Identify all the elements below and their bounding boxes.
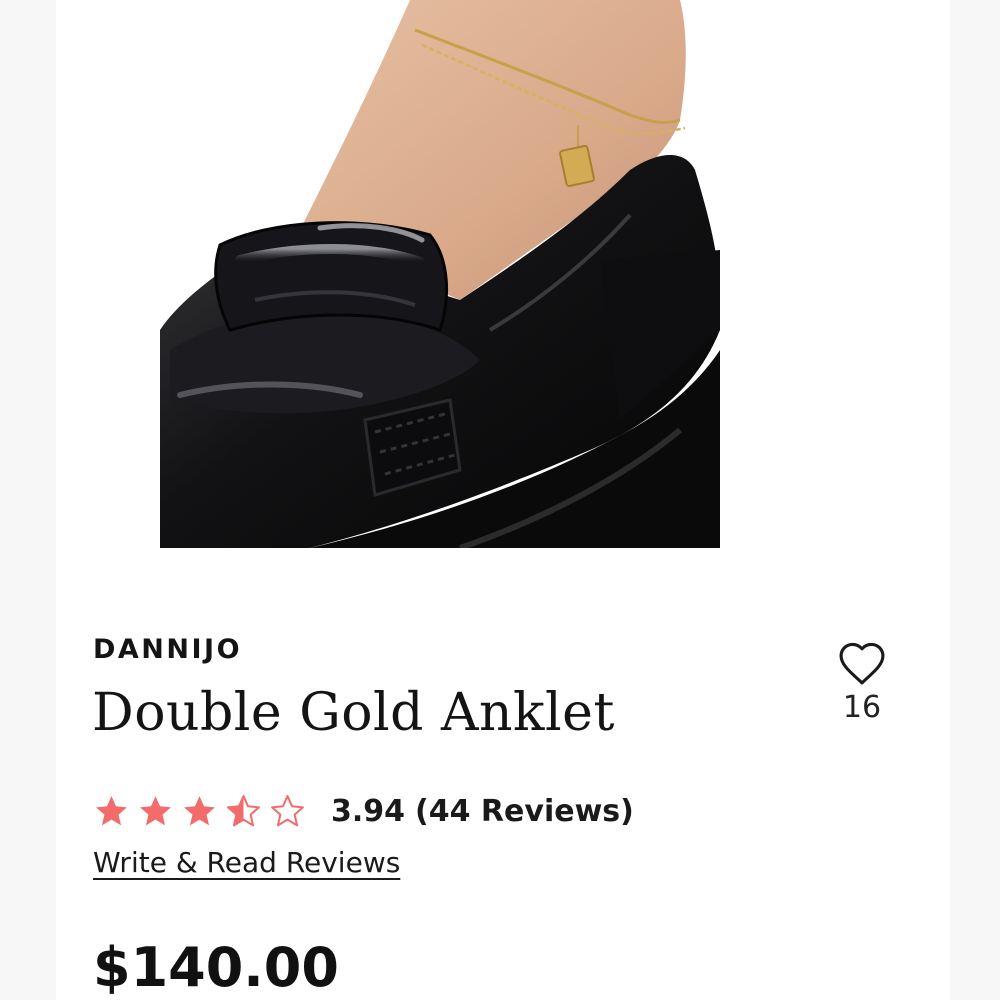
- product-title: Double Gold Anklet: [92, 683, 615, 743]
- star-rating: [93, 793, 313, 830]
- write-read-reviews-link[interactable]: Write & Read Reviews: [93, 846, 400, 879]
- page-margin-right: [950, 0, 1000, 1000]
- review-count: (44 Reviews): [415, 793, 634, 829]
- product-price: $140.00: [93, 936, 339, 999]
- heart-outline-icon[interactable]: [836, 640, 888, 686]
- rating-value: 3.94: [331, 793, 406, 829]
- favorite-count: 16: [842, 690, 882, 725]
- star-full-icon: [96, 795, 127, 825]
- star-empty-icon: [271, 794, 304, 826]
- page-margin-left: [0, 0, 56, 1000]
- rating-summary[interactable]: 3.94 (44 Reviews): [93, 790, 634, 832]
- star-full-icon: [184, 795, 215, 825]
- star-full-icon: [140, 795, 171, 825]
- favorite-button[interactable]: 16: [826, 640, 898, 725]
- rating-text: 3.94 (44 Reviews): [331, 794, 634, 829]
- brand-name[interactable]: DANNIJO: [93, 634, 242, 665]
- product-photo-illustration: [160, 0, 720, 548]
- star-half-icon: [227, 794, 260, 826]
- product-image[interactable]: [160, 0, 720, 548]
